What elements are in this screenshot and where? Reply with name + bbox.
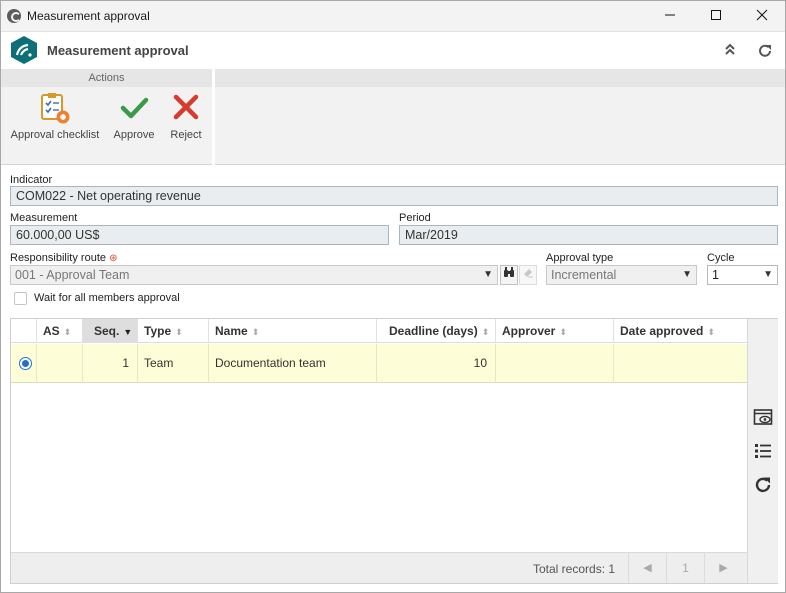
ribbon-header-fill xyxy=(215,69,785,87)
window: Measurement approval Measurement approva… xyxy=(0,0,786,593)
refresh-button[interactable] xyxy=(756,42,774,60)
sort-icon: ⬍ xyxy=(481,327,490,337)
approval-type-select[interactable]: Incremental ▼ xyxy=(546,265,697,285)
column-type[interactable]: Type ⬍ xyxy=(138,319,209,343)
clear-route-button[interactable] xyxy=(519,265,537,285)
approve-button[interactable]: Approve xyxy=(109,91,159,141)
view-icon[interactable] xyxy=(753,407,773,427)
row-select-cell[interactable] xyxy=(11,344,37,383)
sort-desc-icon: ▼ xyxy=(123,327,133,337)
responsibility-route-label-text: Responsibility route xyxy=(10,252,106,264)
cell-seq: 1 xyxy=(83,344,138,383)
table-row[interactable]: 1 Team Documentation team 10 xyxy=(11,344,747,383)
column-select xyxy=(11,319,37,343)
sort-icon: ⬍ xyxy=(251,327,260,337)
approve-label: Approve xyxy=(113,129,155,141)
period-label: Period xyxy=(399,212,431,224)
column-type-label: Type xyxy=(144,324,172,338)
total-records: Total records: 1 xyxy=(533,562,616,576)
period-field: Mar/2019 xyxy=(399,225,778,245)
column-deadline-label: Deadline (days) xyxy=(389,324,478,338)
responsibility-route-select[interactable]: 001 - Approval Team ▼ xyxy=(10,265,498,285)
search-route-button[interactable] xyxy=(500,265,518,285)
cycle-select[interactable]: 1 ▼ xyxy=(707,265,778,285)
cell-deadline: 10 xyxy=(377,344,496,383)
window-title: Measurement approval xyxy=(27,9,150,23)
grid-header: AS ⬍ Seq. ▼ Type ⬍ Name ⬍ Deadline (days) ⬍ A… xyxy=(11,319,747,343)
sort-icon: ⬍ xyxy=(707,327,715,337)
app-logo-icon xyxy=(11,36,37,64)
column-seq[interactable]: Seq. ▼ xyxy=(83,319,138,343)
prev-page-button[interactable]: ◀ xyxy=(628,553,666,583)
cell-date-approved xyxy=(614,344,747,383)
chevrons-up-icon xyxy=(725,43,735,55)
wait-all-checkbox[interactable] xyxy=(14,292,27,305)
reject-label: Reject xyxy=(170,129,202,141)
ribbon-divider xyxy=(212,69,215,165)
grid-side-toolbar xyxy=(747,319,778,583)
column-date-approved[interactable]: Date approved ⬍ xyxy=(614,319,747,343)
column-as[interactable]: AS ⬍ xyxy=(37,319,83,343)
responsibility-route-value: 001 - Approval Team xyxy=(15,268,130,282)
required-icon: ⊛ xyxy=(109,253,118,264)
chevron-down-icon: ▼ xyxy=(763,269,773,280)
checklist-icon xyxy=(41,93,70,124)
close-icon xyxy=(756,9,768,21)
x-icon xyxy=(173,94,199,120)
approvers-grid: AS ⬍ Seq. ▼ Type ⬍ Name ⬍ Deadline (days) ⬍ A… xyxy=(10,318,778,584)
column-name[interactable]: Name ⬍ xyxy=(209,319,377,343)
column-as-label: AS xyxy=(43,324,60,338)
chevron-down-icon: ▼ xyxy=(682,269,692,280)
page-title: Measurement approval xyxy=(47,43,189,58)
cell-approver xyxy=(496,344,614,383)
next-page-button[interactable]: ▶ xyxy=(704,553,742,583)
app-icon xyxy=(7,9,21,23)
grid-footer: Total records: 1 ◀ 1 ▶ xyxy=(11,552,747,583)
column-approver[interactable]: Approver ⬍ xyxy=(496,319,614,343)
close-button[interactable] xyxy=(739,1,785,32)
approval-type-label: Approval type xyxy=(546,252,614,264)
minimize-icon xyxy=(665,14,675,16)
wait-all-label: Wait for all members approval xyxy=(34,292,180,304)
cell-type: Team xyxy=(138,344,209,383)
cycle-label: Cycle xyxy=(707,252,735,264)
refresh-icon[interactable] xyxy=(753,475,773,495)
app-header: Measurement approval xyxy=(1,32,785,70)
sort-icon: ⬍ xyxy=(63,327,72,337)
column-date-approved-label: Date approved xyxy=(620,324,704,338)
title-bar: Measurement approval xyxy=(1,1,785,32)
sort-icon: ⬍ xyxy=(175,327,183,337)
checkmark-icon xyxy=(120,97,149,119)
cycle-value: 1 xyxy=(712,268,719,282)
cell-name: Documentation team xyxy=(209,344,377,383)
sort-icon: ⬍ xyxy=(559,327,567,337)
refresh-icon xyxy=(759,44,771,57)
row-radio[interactable] xyxy=(19,357,32,370)
approval-checklist-label: Approval checklist xyxy=(10,129,100,141)
maximize-icon xyxy=(711,10,721,20)
collapse-button[interactable] xyxy=(721,42,739,60)
column-deadline[interactable]: Deadline (days) ⬍ xyxy=(377,319,496,343)
approval-type-value: Incremental xyxy=(551,268,617,282)
page-number: 1 xyxy=(666,553,704,583)
eraser-icon xyxy=(524,269,533,278)
column-name-label: Name xyxy=(215,324,248,338)
approval-checklist-button[interactable]: Approval checklist xyxy=(8,91,102,141)
chevron-down-icon: ▼ xyxy=(483,269,493,280)
minimize-button[interactable] xyxy=(647,1,693,32)
reject-button[interactable]: Reject xyxy=(163,91,209,141)
column-approver-label: Approver xyxy=(502,324,556,338)
measurement-label: Measurement xyxy=(10,212,78,224)
column-seq-label: Seq. xyxy=(94,324,120,338)
binoculars-icon xyxy=(504,267,514,277)
indicator-field: COM022 - Net operating revenue xyxy=(10,186,778,206)
cell-as xyxy=(37,344,83,383)
actions-group-label: Actions xyxy=(1,69,212,87)
measurement-field: 60.000,00 US$ xyxy=(10,225,389,245)
list-icon[interactable] xyxy=(753,441,773,461)
maximize-button[interactable] xyxy=(693,1,739,32)
indicator-label: Indicator xyxy=(10,174,53,186)
actions-ribbon: Actions Approval checklist Approve Rejec… xyxy=(1,69,785,165)
responsibility-route-label: Responsibility route ⊛ xyxy=(10,252,117,264)
